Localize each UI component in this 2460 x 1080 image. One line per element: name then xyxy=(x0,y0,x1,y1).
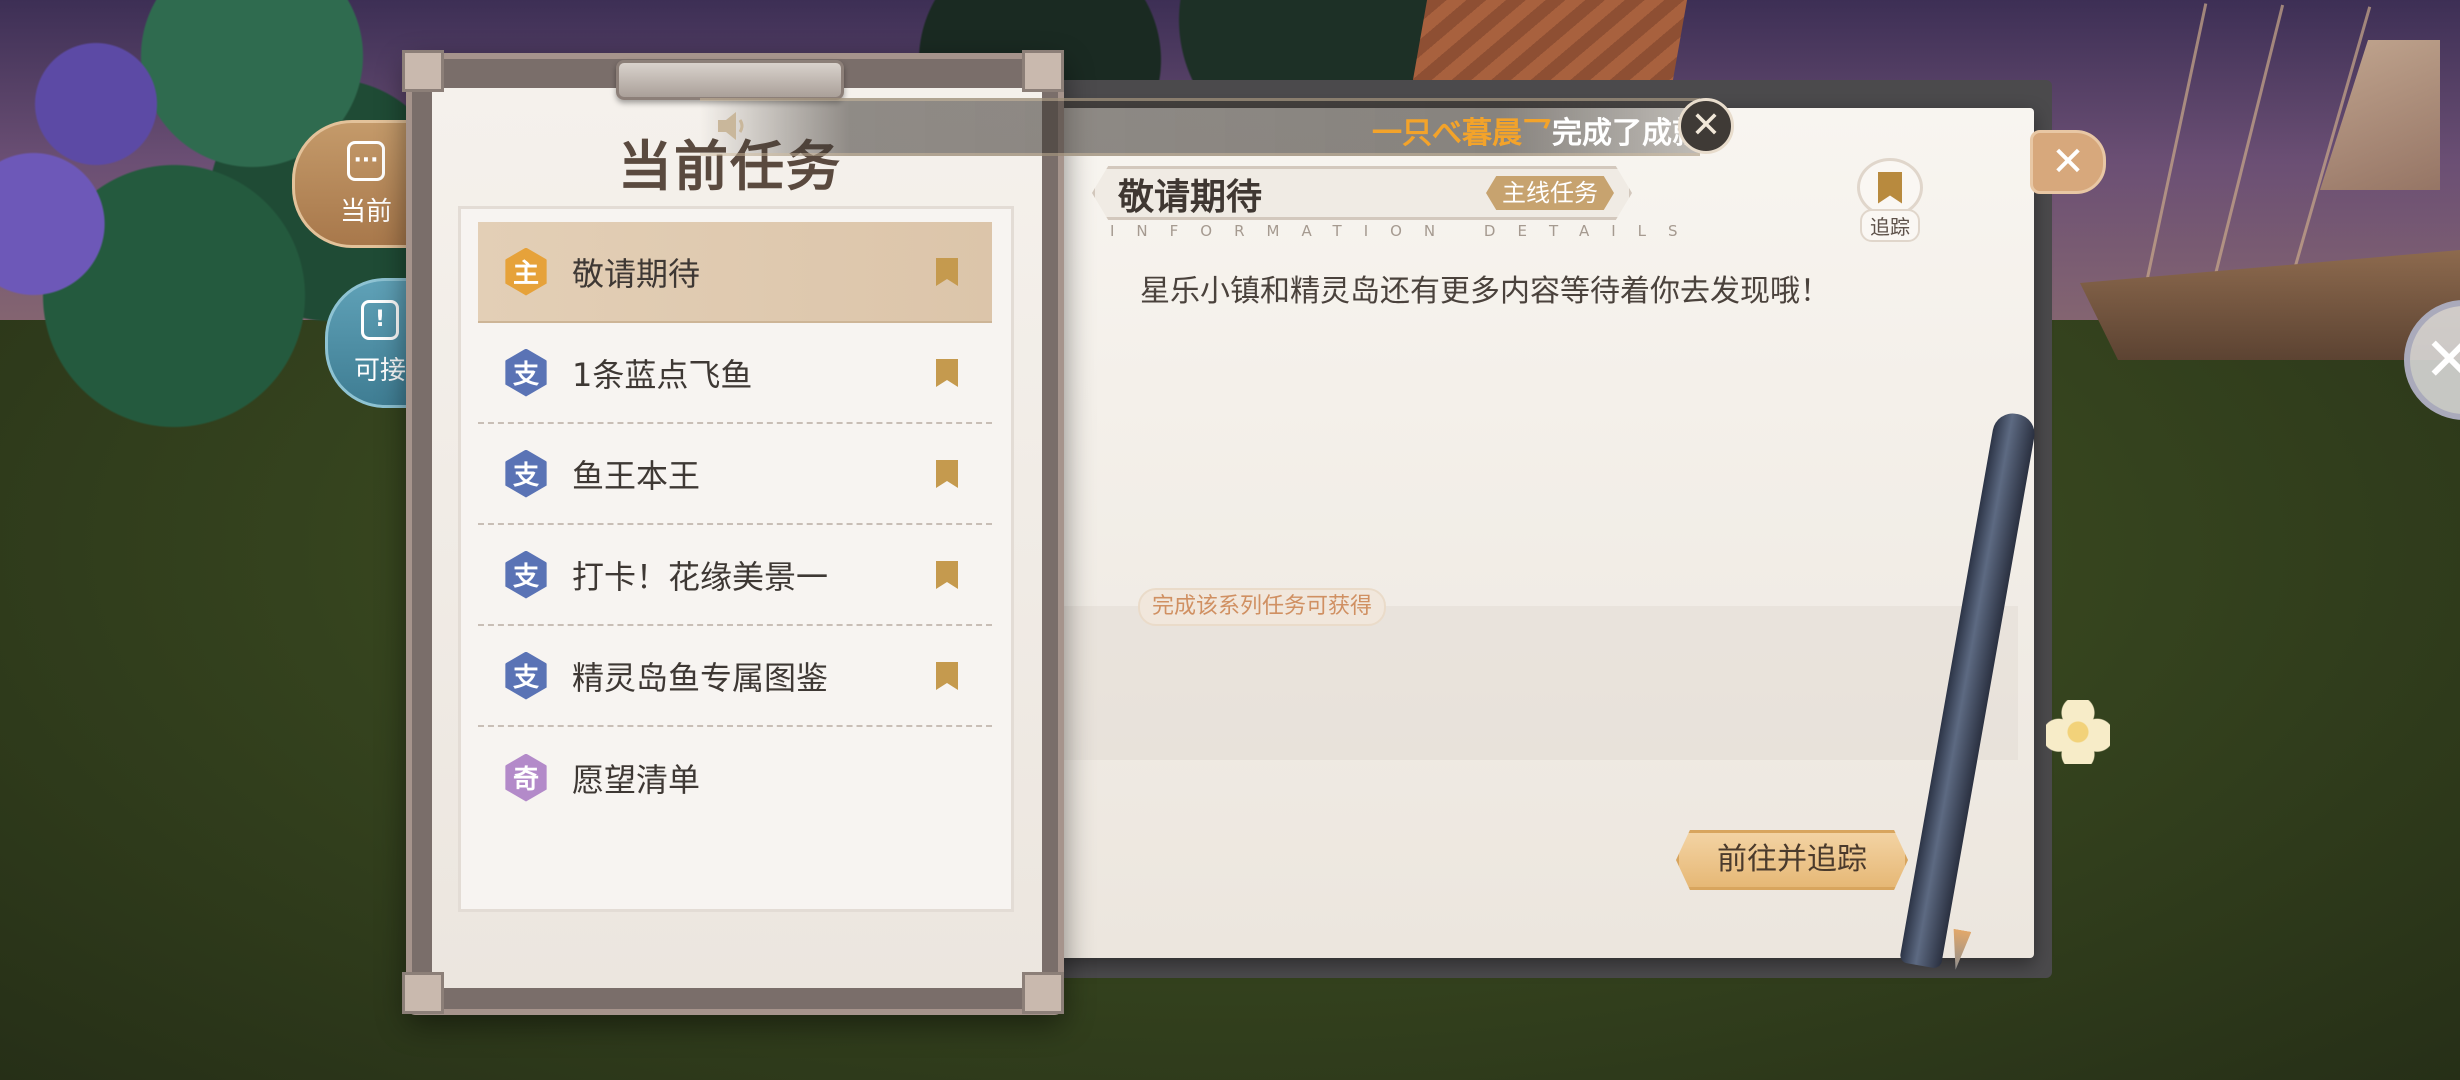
info-details-subheading: INFORMATION DETAILS xyxy=(1110,222,1700,240)
close-panel-button[interactable]: ✕ xyxy=(2030,130,2106,194)
close-icon: ✕ xyxy=(2051,139,2085,185)
exclamation-icon: ! xyxy=(361,299,399,340)
clipboard-corner xyxy=(1022,50,1064,92)
clipboard-corner xyxy=(1022,972,1064,1014)
task-item[interactable]: 支鱼王本王 xyxy=(478,424,992,525)
task-item[interactable]: 支打卡！花缘美景一 xyxy=(478,525,992,626)
go-and-track-button[interactable]: 前往并追踪 xyxy=(1676,830,1908,890)
track-label: 追踪 xyxy=(1860,209,1920,242)
flower-decoration xyxy=(2046,700,2110,764)
side-task-badge: 支 xyxy=(505,550,547,599)
wish-task-badge: 奇 xyxy=(505,753,547,802)
clipboard-corner xyxy=(402,50,444,92)
detail-title: 敬请期待 xyxy=(1118,177,1263,218)
task-name: 1条蓝点飞鱼 xyxy=(572,355,753,394)
reward-area xyxy=(1058,606,2018,760)
task-item[interactable]: 支 1条蓝点飞鱼 xyxy=(478,323,992,424)
task-name: 打卡！花缘美景一 xyxy=(572,557,829,596)
bookmark-icon xyxy=(1878,171,1902,204)
task-name: 鱼王本王 xyxy=(572,456,701,495)
tab-current-label: 当前 xyxy=(339,196,392,227)
task-list: 主敬请期待支 1条蓝点飞鱼支鱼王本王支打卡！花缘美景一支精灵岛鱼专属图鉴奇愿望清单 xyxy=(478,222,992,828)
bookmark-icon[interactable] xyxy=(936,359,958,387)
task-item[interactable]: 奇愿望清单 xyxy=(478,727,992,828)
side-task-badge: 支 xyxy=(505,348,547,397)
main-task-tag: 主线任务 xyxy=(1486,176,1614,210)
side-task-badge: 支 xyxy=(505,449,547,498)
bookmark-icon[interactable] xyxy=(936,460,958,488)
list-clipboard-icon: ··· xyxy=(347,140,385,181)
bookmark-icon[interactable] xyxy=(936,662,958,690)
speaker-icon xyxy=(718,112,744,140)
side-task-badge: 支 xyxy=(505,651,547,700)
bookmark-icon[interactable] xyxy=(936,561,958,589)
task-description: 星乐小镇和精灵岛还有更多内容等待着你去发现哦！ xyxy=(1140,274,1830,309)
notification-player-name: 一只べ暮晨乛 xyxy=(1372,116,1552,151)
tab-available-label: 可接 xyxy=(353,355,406,386)
main-task-badge: 主 xyxy=(505,247,547,296)
close-icon: ✕ xyxy=(1690,105,1722,146)
task-item[interactable]: 支精灵岛鱼专属图鉴 xyxy=(478,626,992,727)
track-button[interactable]: 追踪 xyxy=(1852,158,1928,242)
notification-text: 完成了成就 xyxy=(1552,116,1692,151)
bookmark-icon[interactable] xyxy=(936,258,958,286)
reward-label: 完成该系列任务可获得 xyxy=(1138,588,1387,626)
task-name: 愿望清单 xyxy=(572,760,701,799)
clipboard-clip xyxy=(616,60,844,100)
clipboard-corner xyxy=(402,972,444,1014)
notification-close-button[interactable]: ✕ xyxy=(1678,98,1734,154)
close-icon: ✕ xyxy=(2424,325,2460,395)
task-item[interactable]: 主敬请期待 xyxy=(478,222,992,323)
task-name: 精灵岛鱼专属图鉴 xyxy=(572,658,829,697)
task-name: 敬请期待 xyxy=(572,254,701,293)
